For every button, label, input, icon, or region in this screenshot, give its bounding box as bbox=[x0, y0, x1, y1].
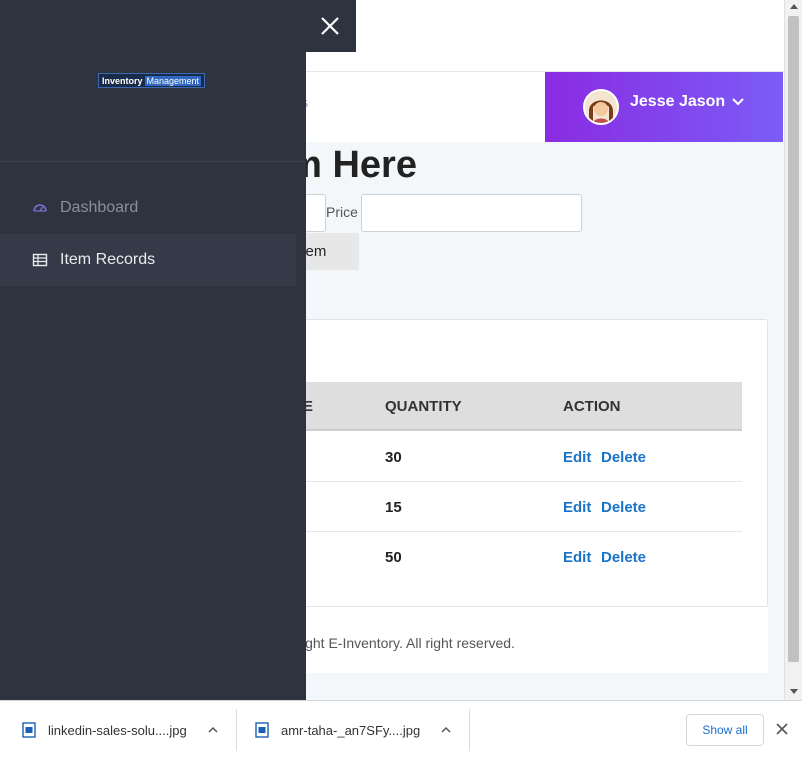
table-row: 15 Edit Delete bbox=[251, 482, 742, 532]
delete-link[interactable]: Delete bbox=[601, 549, 646, 566]
delete-link[interactable]: Delete bbox=[601, 499, 646, 516]
sidebar-item-item-records[interactable]: Item Records bbox=[0, 234, 296, 286]
browser-viewport: s Jesse Jason d Item Here Price item E bbox=[0, 0, 802, 757]
quantity-cell: 50 bbox=[385, 549, 402, 566]
close-icon[interactable] bbox=[775, 722, 789, 736]
download-file-name: amr-taha-_an7SFy....jpg bbox=[281, 722, 421, 738]
scroll-up-arrow-icon[interactable] bbox=[790, 4, 798, 9]
quantity-cell: 15 bbox=[385, 499, 402, 516]
scrollbar[interactable] bbox=[784, 0, 802, 700]
avatar bbox=[583, 89, 619, 125]
table-header-row: E QUANTITY ACTION bbox=[251, 382, 742, 431]
footer-copyright: ight E-Inventory. All right reserved. bbox=[302, 635, 515, 651]
avatar-image bbox=[585, 91, 617, 123]
edit-link[interactable]: Edit bbox=[563, 499, 591, 516]
brand-text-inventory: Inventory bbox=[102, 75, 143, 86]
divider bbox=[469, 709, 470, 751]
scroll-down-arrow-icon[interactable] bbox=[790, 689, 798, 694]
user-menu[interactable]: Jesse Jason bbox=[545, 72, 783, 142]
delete-link[interactable]: Delete bbox=[601, 449, 646, 466]
download-item[interactable]: linkedin-sales-solu....jpg bbox=[22, 709, 219, 751]
price-label: Price bbox=[326, 204, 358, 220]
divider bbox=[0, 161, 306, 162]
price-input[interactable] bbox=[361, 194, 582, 232]
image-file-icon bbox=[255, 722, 269, 738]
brand-logo[interactable]: Inventory Management bbox=[98, 73, 206, 88]
divider bbox=[236, 709, 237, 751]
chevron-up-icon[interactable] bbox=[207, 724, 219, 736]
chevron-down-icon[interactable] bbox=[731, 94, 745, 108]
table-row: 50 Edit Delete bbox=[251, 532, 742, 582]
image-file-icon bbox=[22, 722, 36, 738]
scrollbar-thumb[interactable] bbox=[788, 16, 799, 662]
drawer-close-button[interactable] bbox=[306, 0, 356, 52]
chevron-up-icon[interactable] bbox=[440, 724, 452, 736]
table-header-quantity: QUANTITY bbox=[385, 398, 462, 415]
sidebar-item-label: Item Records bbox=[60, 251, 156, 268]
edit-link[interactable]: Edit bbox=[563, 549, 591, 566]
quantity-cell: 30 bbox=[385, 449, 402, 466]
show-all-button[interactable]: Show all bbox=[686, 714, 764, 746]
close-icon[interactable] bbox=[320, 16, 340, 36]
sidebar-item-dashboard[interactable]: Dashboard bbox=[0, 182, 296, 234]
download-item[interactable]: amr-taha-_an7SFy....jpg bbox=[255, 709, 452, 751]
user-name: Jesse Jason bbox=[630, 93, 726, 110]
downloads-bar: linkedin-sales-solu....jpg amr-taha-_an7… bbox=[0, 700, 802, 757]
items-table-card: E QUANTITY ACTION 30 Edit Delete 15 Edit… bbox=[250, 319, 768, 607]
table-row: 30 Edit Delete bbox=[251, 432, 742, 482]
sidebar-item-label: Dashboard bbox=[60, 199, 139, 216]
edit-link[interactable]: Edit bbox=[563, 449, 591, 466]
sidebar-drawer: Inventory Management Dashboard Item Reco… bbox=[0, 0, 306, 700]
table-header-action: ACTION bbox=[563, 398, 621, 415]
speedometer-icon bbox=[33, 204, 47, 212]
brand-text-management: Management bbox=[144, 75, 202, 86]
download-file-name: linkedin-sales-solu....jpg bbox=[48, 722, 187, 738]
table-icon bbox=[32, 253, 48, 267]
